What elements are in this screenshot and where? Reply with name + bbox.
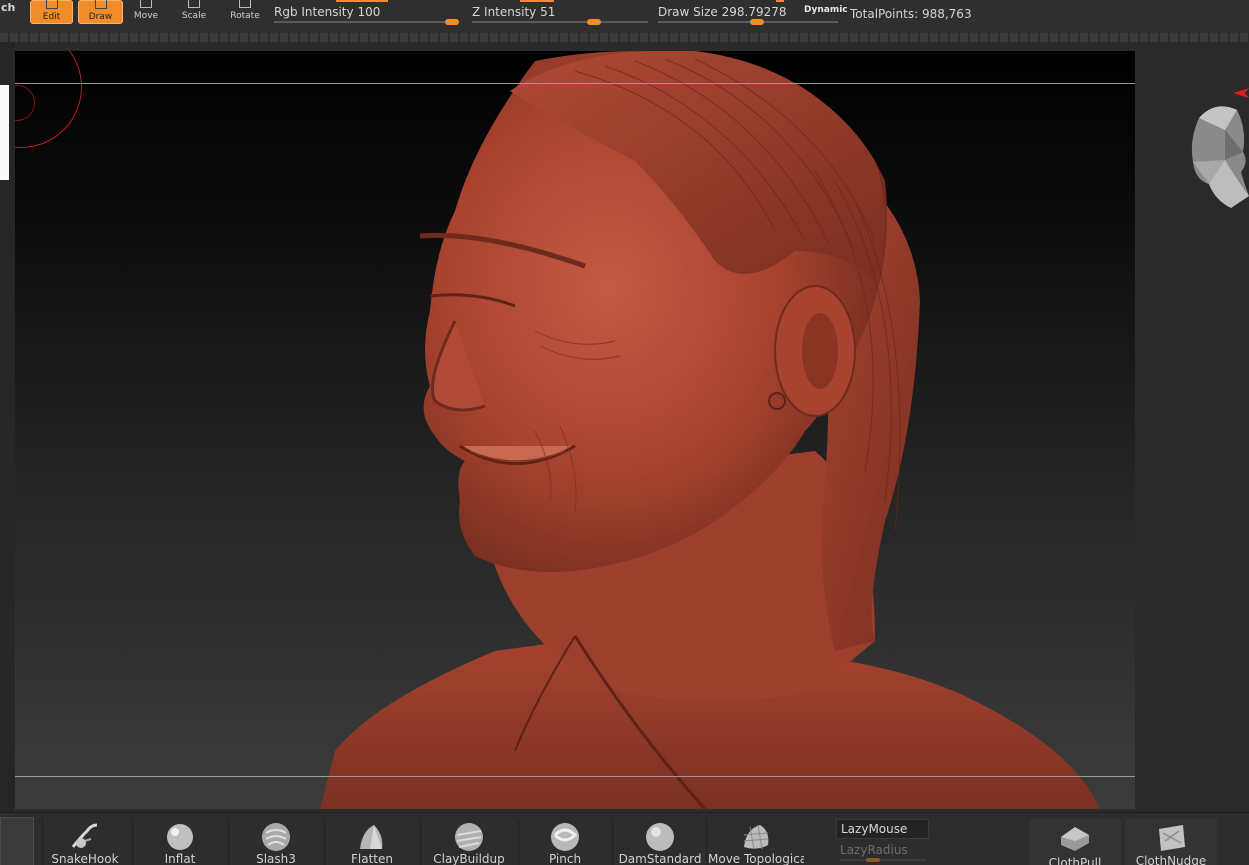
z-intensity-text: Z Intensity 51	[472, 5, 555, 19]
clothnudge-brush-icon	[1159, 825, 1185, 851]
brush-slot-current[interactable]	[0, 817, 34, 865]
total-points-readout: TotalPoints: 988,763	[850, 7, 972, 21]
move-button[interactable]: Move	[128, 0, 164, 24]
shelf-divider	[42, 819, 43, 865]
shelf-divider	[228, 819, 229, 865]
draw-label: Draw	[88, 12, 113, 22]
rotate-label: Rotate	[230, 11, 260, 21]
canvas-guide-line-top	[15, 83, 1135, 84]
draw-size-value: 298.79278	[721, 5, 787, 19]
brush-damstandard[interactable]: DamStandard	[618, 817, 702, 865]
clothpull-brush-icon	[1061, 827, 1089, 851]
brush-label: SnakeHook	[51, 852, 119, 865]
rgb-intensity-text: Rgb Intensity 100	[274, 5, 380, 19]
lazyradius-track[interactable]	[840, 859, 926, 861]
z-intensity-value: 51	[540, 5, 556, 19]
draw-size-knob[interactable]	[750, 19, 764, 25]
brush-clothnudge[interactable]: ClothNudge	[1125, 819, 1217, 865]
rgb-track	[274, 21, 458, 23]
rotate-icon	[239, 0, 251, 8]
shelf-divider	[324, 819, 325, 865]
move-icon	[140, 0, 152, 8]
claybuildup-brush-icon	[455, 823, 483, 851]
rgb-intensity-label: Rgb Intensity	[274, 5, 354, 19]
z-intensity-slider[interactable]: Z Intensity 51	[472, 0, 652, 25]
sculpted-head-model	[320, 51, 1100, 809]
brush-label: ClothPull	[1048, 856, 1102, 865]
brush-slash3[interactable]: Slash3	[236, 817, 316, 865]
brush-label: ClayBuildup	[433, 852, 505, 865]
total-points-label: TotalPoints:	[850, 7, 919, 21]
brush-label: Inflat	[164, 852, 196, 865]
brush-flatten[interactable]: Flatten	[332, 817, 412, 865]
lazymouse-button[interactable]: LazyMouse	[836, 819, 929, 839]
shelf-divider	[706, 819, 707, 865]
move-label: Move	[133, 11, 159, 21]
brush-claybuildup[interactable]: ClayBuildup	[428, 817, 510, 865]
brush-label: Slash3	[256, 852, 296, 865]
toolbar-divider-strip	[0, 33, 1249, 42]
rgb-indicator	[336, 0, 388, 2]
lazyradius-label: LazyRadius	[840, 843, 908, 857]
left-tray-swatch[interactable]	[0, 85, 9, 180]
draw-button[interactable]: Draw	[78, 0, 123, 24]
brush-shelf: SnakeHook Inflat Slash3 Flatten ClayBuil…	[0, 812, 1249, 865]
canvas-guide-line-bottom	[15, 776, 1135, 777]
draw-size-label: Draw Size	[658, 5, 718, 19]
edit-icon	[45, 0, 58, 9]
navigation-arrow-icon[interactable]	[1233, 88, 1249, 98]
scale-label: Scale	[181, 11, 207, 21]
draw-size-text: Draw Size 298.79278	[658, 5, 787, 19]
inflat-brush-icon	[167, 824, 193, 850]
flatten-brush-icon	[360, 825, 383, 849]
scale-icon	[188, 0, 200, 8]
slash3-brush-icon	[262, 823, 290, 851]
brush-label: DamStandard	[618, 852, 702, 865]
z-indicator	[520, 0, 554, 2]
draw-size-indicator	[776, 0, 784, 2]
move-topological-brush-icon	[743, 824, 769, 850]
draw-icon	[94, 0, 107, 9]
navigation-head-gizmo[interactable]	[1185, 100, 1249, 210]
brush-label: ClothNudge	[1135, 854, 1207, 865]
document-canvas[interactable]	[15, 51, 1135, 809]
shelf-divider	[132, 819, 133, 865]
shelf-divider	[518, 819, 519, 865]
shelf-divider	[420, 819, 421, 865]
rotate-button[interactable]: Rotate	[225, 0, 265, 24]
snakehook-brush-icon	[71, 823, 98, 848]
shelf-divider	[612, 819, 613, 865]
brush-snakehook[interactable]: SnakeHook	[46, 817, 124, 865]
z-intensity-label: Z Intensity	[472, 5, 537, 19]
brush-label: Pinch	[548, 852, 582, 865]
brush-move-topological[interactable]: Move Topologica	[708, 817, 804, 865]
brush-inflat[interactable]: Inflat	[140, 817, 220, 865]
rgb-knob[interactable]	[445, 19, 459, 25]
rgb-intensity-value: 100	[357, 5, 381, 19]
brush-label: Flatten	[351, 852, 393, 865]
rgb-intensity-slider[interactable]: Rgb Intensity 100	[274, 0, 464, 25]
app-title-fragment: ch	[1, 1, 16, 14]
brush-pinch[interactable]: Pinch	[526, 817, 604, 865]
pinch-brush-icon	[551, 823, 579, 851]
damstandard-brush-icon	[646, 823, 674, 851]
scale-button[interactable]: Scale	[176, 0, 212, 24]
lazyradius-knob[interactable]	[866, 858, 880, 862]
draw-size-track	[658, 21, 838, 23]
z-track	[472, 21, 648, 23]
dynamic-toggle[interactable]: Dynamic	[804, 5, 848, 15]
brush-label: Move Topologica	[708, 852, 804, 865]
brush-clothpull[interactable]: ClothPull	[1029, 819, 1121, 865]
top-toolbar: ch Edit Draw Move Scale Rotate Rgb Inten…	[0, 0, 1249, 42]
edit-button[interactable]: Edit	[30, 0, 73, 24]
total-points-value: 988,763	[921, 7, 972, 21]
z-knob[interactable]	[587, 19, 601, 25]
edit-label: Edit	[42, 12, 61, 22]
